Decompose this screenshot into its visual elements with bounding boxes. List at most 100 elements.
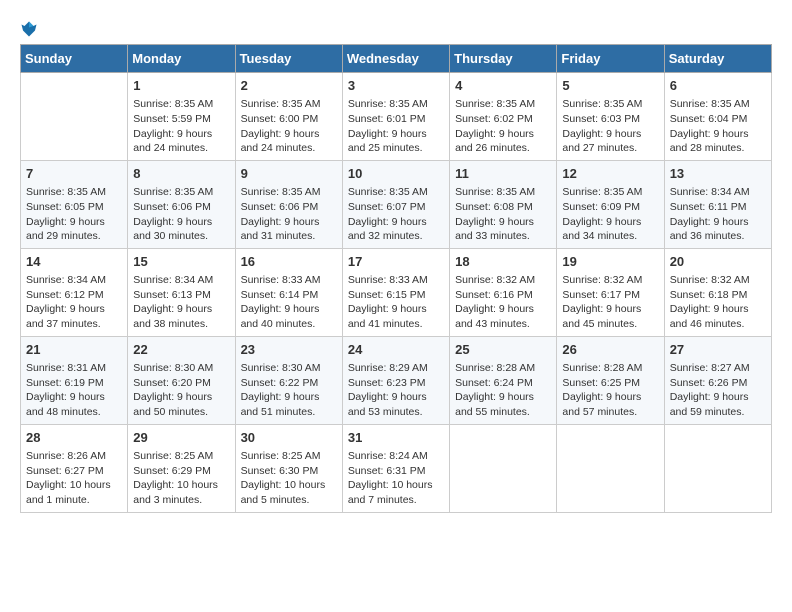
calendar-cell: 18 Sunrise: 8:32 AM Sunset: 6:16 PM Dayl… — [450, 248, 557, 336]
daylight-text: Daylight: 9 hours and 51 minutes. — [241, 390, 337, 419]
day-number: 27 — [670, 341, 766, 359]
calendar-cell: 5 Sunrise: 8:35 AM Sunset: 6:03 PM Dayli… — [557, 73, 664, 161]
sunset-text: Sunset: 6:15 PM — [348, 288, 444, 303]
sunset-text: Sunset: 6:01 PM — [348, 112, 444, 127]
cell-content: Sunrise: 8:29 AM Sunset: 6:23 PM Dayligh… — [348, 361, 444, 420]
calendar-cell: 6 Sunrise: 8:35 AM Sunset: 6:04 PM Dayli… — [664, 73, 771, 161]
daylight-text: Daylight: 9 hours and 48 minutes. — [26, 390, 122, 419]
calendar-cell: 23 Sunrise: 8:30 AM Sunset: 6:22 PM Dayl… — [235, 336, 342, 424]
sunrise-text: Sunrise: 8:35 AM — [26, 185, 122, 200]
sunrise-text: Sunrise: 8:31 AM — [26, 361, 122, 376]
cell-content: Sunrise: 8:31 AM Sunset: 6:19 PM Dayligh… — [26, 361, 122, 420]
daylight-text: Daylight: 9 hours and 26 minutes. — [455, 127, 551, 156]
sunrise-text: Sunrise: 8:33 AM — [348, 273, 444, 288]
calendar-cell: 27 Sunrise: 8:27 AM Sunset: 6:26 PM Dayl… — [664, 336, 771, 424]
day-number: 23 — [241, 341, 337, 359]
daylight-text: Daylight: 10 hours and 3 minutes. — [133, 478, 229, 507]
page-header — [20, 20, 772, 38]
day-number: 18 — [455, 253, 551, 271]
sunset-text: Sunset: 6:00 PM — [241, 112, 337, 127]
daylight-text: Daylight: 9 hours and 43 minutes. — [455, 302, 551, 331]
cell-content: Sunrise: 8:27 AM Sunset: 6:26 PM Dayligh… — [670, 361, 766, 420]
sunset-text: Sunset: 6:05 PM — [26, 200, 122, 215]
sunrise-text: Sunrise: 8:25 AM — [241, 449, 337, 464]
sunset-text: Sunset: 6:22 PM — [241, 376, 337, 391]
calendar-cell: 2 Sunrise: 8:35 AM Sunset: 6:00 PM Dayli… — [235, 73, 342, 161]
daylight-text: Daylight: 9 hours and 45 minutes. — [562, 302, 658, 331]
sunset-text: Sunset: 6:24 PM — [455, 376, 551, 391]
daylight-text: Daylight: 9 hours and 25 minutes. — [348, 127, 444, 156]
daylight-text: Daylight: 9 hours and 28 minutes. — [670, 127, 766, 156]
cell-content: Sunrise: 8:35 AM Sunset: 6:09 PM Dayligh… — [562, 185, 658, 244]
day-number: 7 — [26, 165, 122, 183]
sunset-text: Sunset: 6:14 PM — [241, 288, 337, 303]
daylight-text: Daylight: 9 hours and 34 minutes. — [562, 215, 658, 244]
cell-content: Sunrise: 8:33 AM Sunset: 6:14 PM Dayligh… — [241, 273, 337, 332]
calendar-cell: 28 Sunrise: 8:26 AM Sunset: 6:27 PM Dayl… — [21, 424, 128, 512]
calendar-cell: 26 Sunrise: 8:28 AM Sunset: 6:25 PM Dayl… — [557, 336, 664, 424]
daylight-text: Daylight: 9 hours and 41 minutes. — [348, 302, 444, 331]
calendar-cell: 13 Sunrise: 8:34 AM Sunset: 6:11 PM Dayl… — [664, 160, 771, 248]
weekday-header-friday: Friday — [557, 45, 664, 73]
calendar-cell: 16 Sunrise: 8:33 AM Sunset: 6:14 PM Dayl… — [235, 248, 342, 336]
daylight-text: Daylight: 9 hours and 46 minutes. — [670, 302, 766, 331]
day-number: 11 — [455, 165, 551, 183]
day-number: 30 — [241, 429, 337, 447]
daylight-text: Daylight: 10 hours and 1 minute. — [26, 478, 122, 507]
sunset-text: Sunset: 6:20 PM — [133, 376, 229, 391]
sunset-text: Sunset: 6:08 PM — [455, 200, 551, 215]
sunset-text: Sunset: 6:11 PM — [670, 200, 766, 215]
sunrise-text: Sunrise: 8:28 AM — [562, 361, 658, 376]
weekday-header-thursday: Thursday — [450, 45, 557, 73]
cell-content: Sunrise: 8:28 AM Sunset: 6:24 PM Dayligh… — [455, 361, 551, 420]
weekday-header-tuesday: Tuesday — [235, 45, 342, 73]
week-row-4: 21 Sunrise: 8:31 AM Sunset: 6:19 PM Dayl… — [21, 336, 772, 424]
sunrise-text: Sunrise: 8:24 AM — [348, 449, 444, 464]
logo-icon — [20, 20, 38, 38]
day-number: 3 — [348, 77, 444, 95]
cell-content: Sunrise: 8:24 AM Sunset: 6:31 PM Dayligh… — [348, 449, 444, 508]
daylight-text: Daylight: 9 hours and 53 minutes. — [348, 390, 444, 419]
calendar-cell: 31 Sunrise: 8:24 AM Sunset: 6:31 PM Dayl… — [342, 424, 449, 512]
day-number: 17 — [348, 253, 444, 271]
sunset-text: Sunset: 6:02 PM — [455, 112, 551, 127]
cell-content: Sunrise: 8:35 AM Sunset: 6:06 PM Dayligh… — [133, 185, 229, 244]
day-number: 2 — [241, 77, 337, 95]
daylight-text: Daylight: 9 hours and 24 minutes. — [241, 127, 337, 156]
day-number: 29 — [133, 429, 229, 447]
calendar-cell: 29 Sunrise: 8:25 AM Sunset: 6:29 PM Dayl… — [128, 424, 235, 512]
sunset-text: Sunset: 6:06 PM — [241, 200, 337, 215]
sunrise-text: Sunrise: 8:29 AM — [348, 361, 444, 376]
calendar-cell — [21, 73, 128, 161]
calendar-cell — [557, 424, 664, 512]
daylight-text: Daylight: 9 hours and 31 minutes. — [241, 215, 337, 244]
sunrise-text: Sunrise: 8:35 AM — [133, 185, 229, 200]
cell-content: Sunrise: 8:35 AM Sunset: 6:05 PM Dayligh… — [26, 185, 122, 244]
sunset-text: Sunset: 6:18 PM — [670, 288, 766, 303]
calendar-cell: 9 Sunrise: 8:35 AM Sunset: 6:06 PM Dayli… — [235, 160, 342, 248]
cell-content: Sunrise: 8:34 AM Sunset: 6:13 PM Dayligh… — [133, 273, 229, 332]
day-number: 22 — [133, 341, 229, 359]
sunset-text: Sunset: 6:06 PM — [133, 200, 229, 215]
sunset-text: Sunset: 6:07 PM — [348, 200, 444, 215]
sunrise-text: Sunrise: 8:25 AM — [133, 449, 229, 464]
cell-content: Sunrise: 8:35 AM Sunset: 6:06 PM Dayligh… — [241, 185, 337, 244]
sunrise-text: Sunrise: 8:35 AM — [562, 185, 658, 200]
cell-content: Sunrise: 8:32 AM Sunset: 6:17 PM Dayligh… — [562, 273, 658, 332]
day-number: 4 — [455, 77, 551, 95]
sunset-text: Sunset: 5:59 PM — [133, 112, 229, 127]
sunrise-text: Sunrise: 8:27 AM — [670, 361, 766, 376]
daylight-text: Daylight: 10 hours and 7 minutes. — [348, 478, 444, 507]
daylight-text: Daylight: 10 hours and 5 minutes. — [241, 478, 337, 507]
calendar-cell: 12 Sunrise: 8:35 AM Sunset: 6:09 PM Dayl… — [557, 160, 664, 248]
sunrise-text: Sunrise: 8:30 AM — [133, 361, 229, 376]
daylight-text: Daylight: 9 hours and 55 minutes. — [455, 390, 551, 419]
day-number: 19 — [562, 253, 658, 271]
calendar-cell: 19 Sunrise: 8:32 AM Sunset: 6:17 PM Dayl… — [557, 248, 664, 336]
sunrise-text: Sunrise: 8:34 AM — [670, 185, 766, 200]
day-number: 28 — [26, 429, 122, 447]
sunrise-text: Sunrise: 8:35 AM — [348, 185, 444, 200]
calendar-cell: 17 Sunrise: 8:33 AM Sunset: 6:15 PM Dayl… — [342, 248, 449, 336]
calendar-cell: 3 Sunrise: 8:35 AM Sunset: 6:01 PM Dayli… — [342, 73, 449, 161]
cell-content: Sunrise: 8:35 AM Sunset: 6:01 PM Dayligh… — [348, 97, 444, 156]
